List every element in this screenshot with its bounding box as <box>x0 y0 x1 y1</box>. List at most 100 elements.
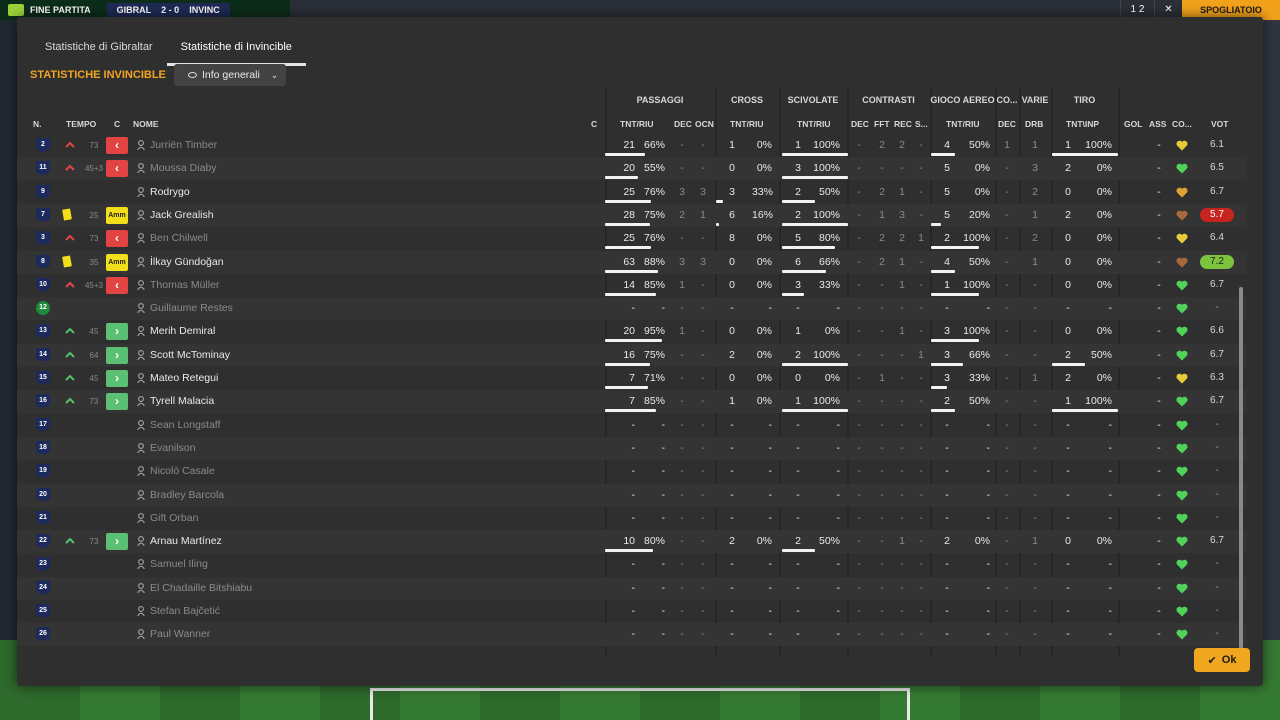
player-name[interactable]: Guillaume Restes <box>150 302 233 316</box>
col-header-con-dec[interactable]: DEC <box>851 119 869 131</box>
table-row[interactable]: 24 El Chadaille Bitshiabu - - - - - - - - - - - - - - - -… <box>17 576 1247 600</box>
condition-heart-icon <box>1176 233 1188 244</box>
col-header-c2[interactable]: C <box>591 119 597 131</box>
col-header-nome[interactable]: NOME <box>133 119 159 131</box>
cross-pct: 0% <box>756 278 772 291</box>
assists: - <box>1157 605 1161 617</box>
shots: 0 <box>1065 255 1071 268</box>
goals <box>1129 419 1139 433</box>
col-header-co-dec[interactable]: DEC <box>998 119 1016 131</box>
player-name[interactable]: Jurriën Timber <box>150 139 217 153</box>
contrasti-s: - <box>919 278 923 291</box>
tackle-pct: 100% <box>813 208 840 221</box>
aerial-attempted: - <box>945 558 949 571</box>
table-row[interactable]: 22 73 › Arnau Martínez 10 80% - -2 0% 2 50% - -1-2 0%… <box>17 530 1247 554</box>
table-row[interactable]: 12 Guillaume Restes - - - - - - - - - - - - - - - - - - - - <box>17 297 1247 321</box>
col-header-sciv-tnt[interactable]: TNT/RIU <box>797 119 831 131</box>
table-row[interactable]: 13 45 › Merih Demiral 20 95% 1 - 0 0% 1 0% - - 1 - 3 100%… <box>17 320 1247 343</box>
player-name[interactable]: Arnau Martínez <box>150 535 222 549</box>
cross-pct: - <box>768 628 773 641</box>
col-header-var-drb[interactable]: DRB <box>1025 119 1043 131</box>
player-name[interactable]: El Chadaille Bitshiabu <box>150 582 252 596</box>
table-row[interactable]: 23 Samuel Iling - - - - - - - - - - - - - - - - - - - - <box>17 553 1247 576</box>
player-name[interactable]: İlkay Gündoğan <box>150 256 224 270</box>
varie-drb: - <box>1033 348 1037 361</box>
col-header-pass-ocn[interactable]: OCN <box>695 119 714 131</box>
player-name[interactable]: Bradley Barcola <box>150 489 224 503</box>
group-header-tiro: TIRO <box>1073 95 1096 105</box>
table-row[interactable]: 26 Paul Wanner - - - - - - - - - - - - - - - - - - - - <box>17 623 1247 647</box>
contrasti-dec: - <box>857 581 861 594</box>
player-name[interactable]: Stefan Bajčetić <box>150 605 220 619</box>
player-name[interactable]: Scott McTominay <box>150 349 230 363</box>
col-header-aereo-tnt[interactable]: TNT/RIU <box>946 119 980 131</box>
contrasti-dec: - <box>857 278 861 291</box>
pass-dec: - <box>680 605 684 617</box>
pass-dec: 3 <box>679 255 685 268</box>
ok-button[interactable]: ✔ Ok <box>1194 648 1250 672</box>
col-header-co2[interactable]: CO... <box>1172 119 1192 131</box>
table-row[interactable]: 15 45 › Mateo Retegui 7 71% - - 0 0% 0 0% - 1 - - 3 33% - 1… <box>17 367 1247 390</box>
col-header-gol[interactable]: GOL <box>1124 119 1142 131</box>
goals <box>1129 489 1139 503</box>
player-name[interactable]: Gift Orban <box>150 512 198 526</box>
table-row[interactable]: 19 Nicolò Casale - - - - - - - - - - - - - - - - - - - - <box>17 460 1247 483</box>
pass-ocn: 3 <box>700 185 706 198</box>
table-row[interactable]: 2 73 ‹ Jurriën Timber 21 66% - - 1 0% 1 100% - 2 2 - 4 50… <box>17 134 1247 157</box>
tackle-pct: 33% <box>818 278 840 291</box>
player-name[interactable]: Tyrell Malacia <box>150 395 214 409</box>
player-name[interactable]: Jack Grealish <box>150 209 214 223</box>
player-name[interactable]: Thomas Müller <box>150 279 219 293</box>
col-header-pass-tnt[interactable]: TNT/RIU <box>620 119 654 131</box>
view-dropdown[interactable]: Info generali ⌄ <box>174 64 286 86</box>
table-row[interactable]: 18 Evanilson - - - - - - - - - - - - - - - - - - - - <box>17 436 1247 460</box>
table-row[interactable]: 3 73 ‹ Ben Chilwell 25 76% - -8 0% 5 80% -2 2 1 2 100% -… <box>17 227 1247 250</box>
col-header-con-s[interactable]: S... <box>915 119 928 131</box>
table-row[interactable]: 14 64 › Scott McTominay 16 75% - - 2 0% 2 100% - - - 1 3… <box>17 343 1247 367</box>
col-header-tempo[interactable]: TEMPO <box>66 119 96 131</box>
table-row[interactable]: 11 45+3 ‹ Moussa Diaby 20 55% - - 0 0% 3 100% - - - - 5 0… <box>17 157 1247 181</box>
player-name[interactable]: Moussa Diaby <box>150 162 217 176</box>
background-panel-right <box>1262 20 1280 640</box>
table-row[interactable]: 25 Stefan Bajčetić - - - - - - - - - - - - - - - - - - - - <box>17 600 1247 623</box>
aerial-pct: - <box>986 441 991 454</box>
tab-invincible-stats[interactable]: Statistiche di Invincible <box>166 35 306 66</box>
tackle-attempted: - <box>796 605 800 617</box>
tab-gibraltar-stats[interactable]: Statistiche di Gibraltar <box>31 35 167 66</box>
tackle-attempted: 6 <box>795 255 801 268</box>
table-row[interactable]: 17 Sean Longstaff - - - - - - - - - - - - - - - - - - - - <box>17 414 1247 437</box>
col-header-con-fft[interactable]: FFT <box>874 119 890 131</box>
table-row[interactable]: 20 Bradley Barcola - - - - - - - - - - - - - - - - - - - - <box>17 483 1247 507</box>
player-name[interactable]: Rodrygo <box>150 186 190 200</box>
player-name[interactable]: Ben Chilwell <box>150 232 208 246</box>
player-name[interactable]: Sean Longstaff <box>150 419 220 433</box>
pass-dec: 3 <box>679 185 685 198</box>
table-row[interactable]: 7 25 Amm Jack Grealish 28 75% 2 1 6 16% 2 100% -1 3-5… <box>17 203 1247 227</box>
player-name[interactable]: Samuel Iling <box>150 558 208 572</box>
table-scrollbar[interactable] <box>1239 287 1243 657</box>
player-name[interactable]: Paul Wanner <box>150 628 210 642</box>
table-row[interactable]: 8 35 Amm İlkay Gündoğan 63 88% 3 3 0 0% 6 66% - 2 1 - 4 5… <box>17 250 1247 274</box>
tackle-pct: 0% <box>824 325 840 338</box>
pass-dec: - <box>680 232 684 245</box>
table-row[interactable]: 21 Gift Orban - - - - - - - - - - - - - - - - - - - - <box>17 507 1247 530</box>
table-row[interactable]: 16 73 › Tyrell Malacia 7 85% - - 1 0% 1 100% - - - - 2 50… <box>17 390 1247 414</box>
player-name[interactable]: Nicolò Casale <box>150 465 215 479</box>
col-header-vot[interactable]: VOT <box>1211 119 1228 131</box>
col-header-number[interactable]: N. <box>33 119 42 131</box>
player-name[interactable]: Mateo Retegui <box>150 372 218 386</box>
col-header-c[interactable]: C <box>114 119 120 131</box>
player-rating: 6.4 <box>1210 232 1224 244</box>
col-header-pass-dec[interactable]: DEC <box>674 119 692 131</box>
pass-attempted: 16 <box>623 348 635 361</box>
player-name[interactable]: Evanilson <box>150 442 196 456</box>
col-header-cross-tnt[interactable]: TNT/RIU <box>730 119 764 131</box>
col-header-con-rec[interactable]: REC <box>894 119 912 131</box>
player-name[interactable]: Merih Demiral <box>150 325 215 339</box>
check-icon: ✔ <box>1207 654 1217 667</box>
col-header-ass[interactable]: ASS <box>1149 119 1166 131</box>
table-row[interactable]: 10 45+3 ‹ Thomas Müller 14 85% 1-0 0% 3 33% - -1-1 1… <box>17 274 1247 297</box>
contrasti-rec: 2 <box>899 232 905 245</box>
col-header-tiro-tnt[interactable]: TNT\INP <box>1066 119 1099 131</box>
table-row[interactable]: 9 Rodrygo 25 76% 3 3 3 33% 2 50% -2 1-5 0% -2 0 0% -6.7 <box>17 181 1247 204</box>
